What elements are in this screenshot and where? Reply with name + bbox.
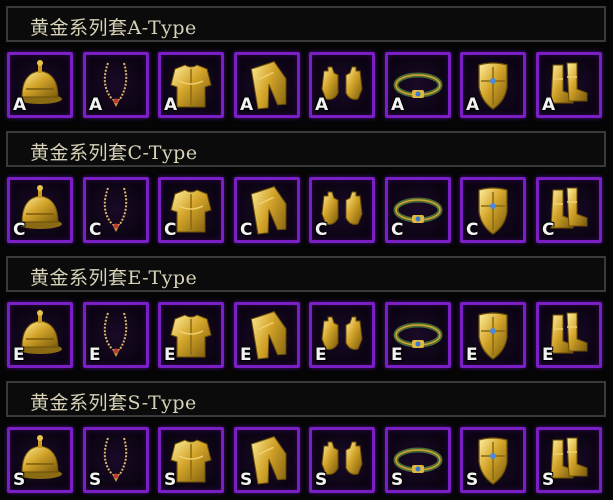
grade-label: A — [13, 95, 27, 115]
grade-label: C — [164, 220, 177, 240]
grade-label: S — [164, 470, 177, 490]
item-slot-gloves[interactable]: A — [309, 52, 375, 118]
grade-label: A — [89, 95, 103, 115]
set-section-e: 黄金系列套E-Type E E E E E E E E — [0, 250, 613, 370]
grade-label: A — [391, 95, 405, 115]
item-slot-necklace[interactable]: A — [83, 52, 149, 118]
grade-label: C — [315, 220, 328, 240]
set-header: 黄金系列套S-Type — [6, 381, 606, 417]
grade-label: A — [542, 95, 556, 115]
set-title: 黄金系列套A-Type — [30, 17, 197, 39]
slot-row: C C C C C C C C — [7, 177, 607, 243]
item-slot-helmet[interactable]: S — [7, 427, 73, 493]
item-slot-boots[interactable]: E — [536, 302, 602, 368]
item-slot-shield[interactable]: C — [460, 177, 526, 243]
item-slot-gloves[interactable]: S — [309, 427, 375, 493]
item-slot-armor[interactable]: A — [158, 52, 224, 118]
gold-set-catalog: 黄金系列套A-Type A A A A A A A A 黄金系列套C-Type … — [0, 0, 613, 500]
slot-row: E E E E E E E E — [7, 302, 607, 368]
item-slot-boots[interactable]: S — [536, 427, 602, 493]
grade-label: C — [89, 220, 102, 240]
item-slot-shield[interactable]: E — [460, 302, 526, 368]
grade-label: S — [315, 470, 328, 490]
set-section-a: 黄金系列套A-Type A A A A A A A A — [0, 0, 613, 120]
item-slot-gloves[interactable]: C — [309, 177, 375, 243]
item-slot-helmet[interactable]: C — [7, 177, 73, 243]
item-slot-necklace[interactable]: E — [83, 302, 149, 368]
grade-label: A — [164, 95, 178, 115]
set-section-s: 黄金系列套S-Type S S S S S S S S — [0, 375, 613, 495]
item-slot-belt[interactable]: S — [385, 427, 451, 493]
item-slot-boots[interactable]: C — [536, 177, 602, 243]
set-header: 黄金系列套E-Type — [6, 256, 606, 292]
item-slot-armor[interactable]: C — [158, 177, 224, 243]
set-header: 黄金系列套C-Type — [6, 131, 606, 167]
grade-label: A — [240, 95, 254, 115]
grade-label: E — [466, 345, 478, 365]
grade-label: S — [89, 470, 102, 490]
set-title: 黄金系列套E-Type — [30, 267, 198, 289]
grade-label: E — [391, 345, 403, 365]
item-slot-pants[interactable]: A — [234, 52, 300, 118]
grade-label: S — [240, 470, 253, 490]
item-slot-gloves[interactable]: E — [309, 302, 375, 368]
grade-label: A — [466, 95, 480, 115]
item-slot-belt[interactable]: A — [385, 52, 451, 118]
item-slot-pants[interactable]: S — [234, 427, 300, 493]
set-header: 黄金系列套A-Type — [6, 6, 606, 42]
grade-label: E — [89, 345, 101, 365]
item-slot-belt[interactable]: C — [385, 177, 451, 243]
grade-label: E — [164, 345, 176, 365]
grade-label: S — [391, 470, 404, 490]
grade-label: E — [240, 345, 252, 365]
item-slot-necklace[interactable]: S — [83, 427, 149, 493]
slot-row: S S S S S S S S — [7, 427, 607, 493]
grade-label: E — [13, 345, 25, 365]
item-slot-belt[interactable]: E — [385, 302, 451, 368]
item-slot-shield[interactable]: S — [460, 427, 526, 493]
grade-label: S — [13, 470, 26, 490]
item-slot-pants[interactable]: E — [234, 302, 300, 368]
item-slot-shield[interactable]: A — [460, 52, 526, 118]
grade-label: C — [240, 220, 253, 240]
grade-label: A — [315, 95, 329, 115]
item-slot-armor[interactable]: S — [158, 427, 224, 493]
set-title: 黄金系列套S-Type — [30, 392, 197, 414]
set-section-c: 黄金系列套C-Type C C C C C C C C — [0, 125, 613, 245]
item-slot-pants[interactable]: C — [234, 177, 300, 243]
grade-label: E — [542, 345, 554, 365]
grade-label: C — [466, 220, 479, 240]
item-slot-helmet[interactable]: E — [7, 302, 73, 368]
item-slot-armor[interactable]: E — [158, 302, 224, 368]
slot-row: A A A A A A A A — [7, 52, 607, 118]
item-slot-helmet[interactable]: A — [7, 52, 73, 118]
grade-label: E — [315, 345, 327, 365]
grade-label: C — [13, 220, 26, 240]
grade-label: C — [542, 220, 555, 240]
grade-label: S — [542, 470, 555, 490]
item-slot-boots[interactable]: A — [536, 52, 602, 118]
set-title: 黄金系列套C-Type — [30, 142, 198, 164]
grade-label: S — [466, 470, 479, 490]
grade-label: C — [391, 220, 404, 240]
item-slot-necklace[interactable]: C — [83, 177, 149, 243]
